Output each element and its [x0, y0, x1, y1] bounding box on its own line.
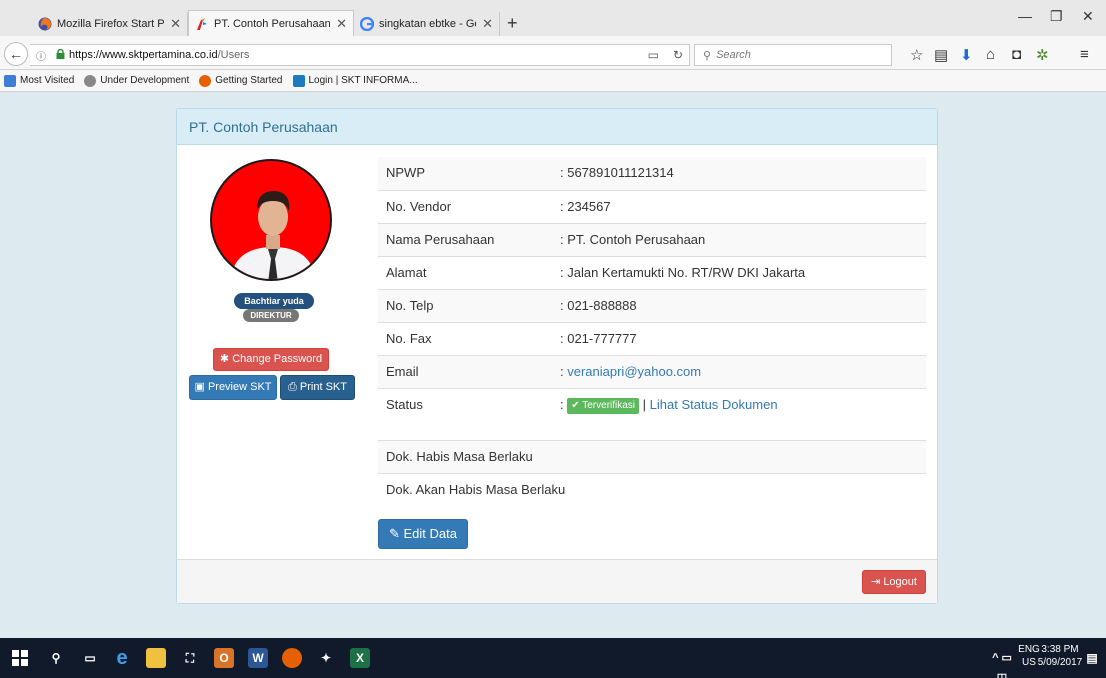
print-skt-button[interactable]: ⎙ Print SKT — [280, 375, 355, 400]
edit-icon: ✎ — [388, 526, 400, 541]
table-row: Dok. Habis Masa Berlaku — [378, 440, 926, 473]
panel-footer: ⇥ Logout — [177, 559, 937, 603]
maximize-icon[interactable]: ❐ — [1050, 8, 1063, 25]
excel-icon[interactable]: X — [350, 648, 370, 668]
table-row: Alamat : Jalan Kertamukti No. RT/RW DKI … — [378, 256, 926, 289]
store-icon[interactable]: ⛶ — [180, 648, 200, 668]
table-row: No. Telp : 021-888888 — [378, 289, 926, 322]
table-row: Nama Perusahaan : PT. Contoh Perusahaan — [378, 223, 926, 256]
close-tab-icon[interactable]: ✕ — [336, 16, 347, 32]
bookmarks-bar: Most Visited Under Development Getting S… — [0, 70, 1106, 92]
avatar — [210, 159, 332, 281]
close-tab-icon[interactable]: ✕ — [482, 16, 493, 32]
page-background: PT. Contoh Perusahaan Bachtiar yuda DIRE… — [0, 92, 1106, 638]
clock[interactable]: 3:38 PM 5/09/2017 — [1032, 643, 1088, 669]
lock-icon — [56, 48, 65, 62]
download-icon[interactable]: ⬇ — [960, 46, 973, 64]
table-row: Email : veraniapri@yahoo.com — [378, 355, 926, 388]
bookmark-under-development[interactable]: Under Development — [84, 74, 189, 87]
reload-icon[interactable]: ↻ — [673, 48, 683, 62]
tab-pt-contoh[interactable]: PT. Contoh Perusahaan | SKT ✕ — [188, 10, 354, 36]
globe-icon — [84, 74, 97, 87]
word-icon[interactable]: W — [248, 648, 268, 668]
firefox-icon — [38, 17, 52, 31]
user-name-badge: Bachtiar yuda — [234, 293, 314, 309]
most-visited-icon — [4, 74, 16, 87]
bookmark-getting-started[interactable]: Getting Started — [199, 74, 283, 87]
pertamina-icon — [195, 17, 209, 31]
user-role-badge: DIREKTUR — [243, 309, 299, 322]
panel-title: PT. Contoh Perusahaan — [177, 109, 937, 145]
url-bar[interactable]: ⓘ https://www.sktpertamina.co.id/Users ▭… — [30, 44, 690, 66]
url-text: https://www.sktpertamina.co.id/Users — [69, 49, 250, 61]
windows-start-icon[interactable] — [10, 648, 30, 668]
check-icon: ✔ — [571, 400, 580, 411]
bookmark-most-visited[interactable]: Most Visited — [4, 74, 74, 87]
change-password-button[interactable]: ✱ Change Password — [213, 348, 329, 371]
bookmark-star-icon[interactable]: ☆ — [910, 46, 923, 64]
printer-icon: ⎙ — [288, 381, 297, 393]
edit-data-button[interactable]: ✎ Edit Data — [378, 519, 468, 549]
home-icon[interactable]: ⌂ — [986, 46, 995, 63]
google-icon — [359, 16, 375, 32]
preview-skt-button[interactable]: ▣ Preview SKT — [189, 375, 277, 400]
menu-icon[interactable]: ≡ — [1080, 46, 1089, 63]
file-explorer-icon[interactable] — [146, 648, 166, 668]
view-document-status-link[interactable]: Lihat Status Dokumen — [650, 397, 778, 412]
pocket-icon[interactable]: ◘ — [1012, 46, 1021, 63]
windows-taskbar: ⚲ ▭ e ⛶ O W ✦ X ^ ▭ ◫ ◁ ENGUS 3:38 PM5/0… — [0, 638, 1106, 678]
bookmark-login-skt[interactable]: Login | SKT INFORMA... — [292, 74, 418, 87]
company-panel: PT. Contoh Perusahaan Bachtiar yuda DIRE… — [176, 108, 938, 604]
browser-nav-bar: ← ⓘ https://www.sktpertamina.co.id/Users… — [0, 36, 1106, 70]
office-icon[interactable]: O — [214, 648, 234, 668]
new-tab-plus-icon[interactable]: + — [507, 12, 518, 34]
window-close-icon[interactable]: ✕ — [1082, 8, 1094, 25]
notification-icons[interactable]: ^ ▭ ◫ ◁ — [992, 648, 1012, 678]
logout-button[interactable]: ⇥ Logout — [862, 570, 926, 594]
back-arrow-icon[interactable]: ← — [4, 42, 28, 66]
reader-view-icon[interactable]: ▭ — [648, 48, 659, 62]
app-icon[interactable]: ✦ — [316, 648, 336, 668]
logout-icon: ⇥ — [871, 576, 881, 588]
action-center-icon[interactable]: ▤ — [1082, 648, 1102, 668]
edge-icon[interactable]: e — [112, 648, 132, 668]
verified-badge: ✔ Terverifikasi — [567, 398, 640, 414]
table-row: No. Fax : 021-777777 — [378, 322, 926, 355]
task-view-icon[interactable]: ▭ — [80, 648, 100, 668]
firefox-icon — [199, 74, 212, 87]
browser-tab-bar: Mozilla Firefox Start Page ✕ PT. Contoh … — [0, 0, 1106, 36]
minimize-icon[interactable]: — — [1018, 8, 1032, 24]
search-input[interactable]: ⚲ Search — [694, 44, 892, 66]
table-row: No. Vendor : 234567 — [378, 190, 926, 223]
email-link[interactable]: veraniapri@yahoo.com — [567, 364, 701, 379]
pertamina-icon — [292, 74, 305, 87]
table-row: NPWP : 567891011121314 — [378, 157, 926, 190]
search-icon[interactable]: ⚲ — [46, 648, 66, 668]
firefox-icon[interactable] — [282, 648, 302, 668]
info-icon[interactable]: ⓘ — [36, 48, 46, 63]
bookmarks-list-icon[interactable]: ▤ — [934, 46, 948, 64]
table-row: Dok. Akan Habis Masa Berlaku — [378, 473, 926, 506]
hdd-icon: ▣ — [194, 381, 205, 393]
gear-icon: ✱ — [219, 353, 230, 365]
extension-icon[interactable]: ✲ — [1036, 46, 1049, 64]
close-tab-icon[interactable]: ✕ — [170, 16, 181, 32]
company-info-table: NPWP : 567891011121314 No. Vendor : 2345… — [378, 157, 926, 506]
search-icon: ⚲ — [703, 49, 712, 62]
tab-google-search[interactable]: singkatan ebtke - Google Se ✕ — [354, 12, 500, 36]
tab-firefox-start[interactable]: Mozilla Firefox Start Page ✕ — [32, 12, 188, 36]
table-row: Status : ✔ Terverifikasi | Lihat Status … — [378, 388, 926, 440]
